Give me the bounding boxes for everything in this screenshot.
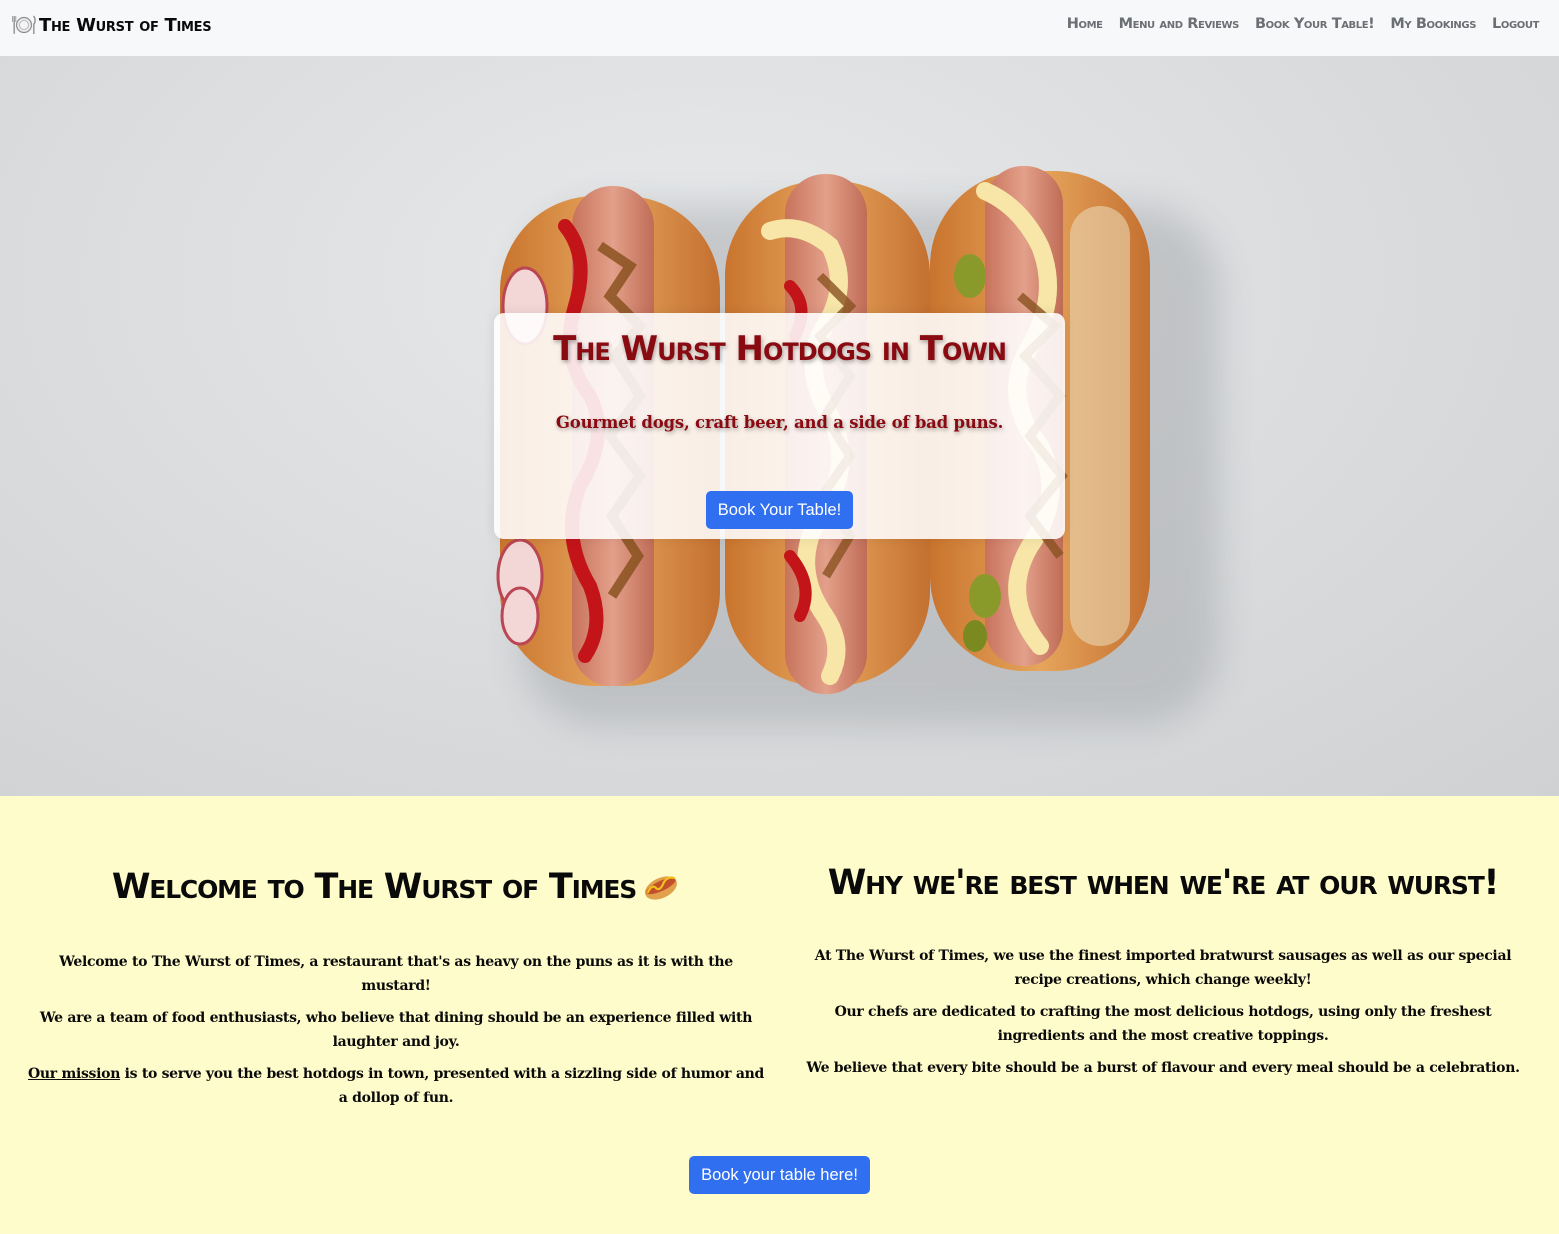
hero-section: The Wurst Hotdogs in Town Gourmet dogs, … [0,56,1559,796]
why-column: Why we're best when we're at our wurst! … [790,858,1536,1088]
welcome-heading-text: Welcome to The Wurst of Times [111,867,637,907]
why-paragraph-1: At The Wurst of Times, we use the finest… [814,948,1512,988]
welcome-heading: Welcome to The Wurst of Times [28,862,764,916]
hero-title: The Wurst Hotdogs in Town [553,329,1007,369]
why-paragraph-2: Our chefs are dedicated to crafting the … [834,1004,1492,1044]
welcome-paragraph-1: Welcome to The Wurst of Times, a restaur… [59,954,733,994]
hero-card: The Wurst Hotdogs in Town Gourmet dogs, … [494,313,1065,539]
mission-text: is to serve you the best hotdogs in town… [120,1066,765,1106]
our-mission-link[interactable]: Our mission [28,1066,120,1082]
nav-home[interactable]: Home [1067,16,1103,32]
navbar: The Wurst of Times Home Menu and Reviews… [0,0,1559,56]
why-paragraph-3: We believe that every bite should be a b… [806,1060,1520,1076]
brand-link[interactable]: The Wurst of Times [11,13,212,37]
brand-name: The Wurst of Times [39,14,212,36]
welcome-paragraph-3: Our mission is to serve you the best hot… [28,1062,764,1110]
nav-logout[interactable]: Logout [1492,16,1539,32]
about-section: Welcome to The Wurst of Times Welcome to… [0,796,1559,1234]
plate-cutlery-icon [11,13,37,37]
book-table-here-button[interactable]: Book your table here! [689,1156,870,1194]
nav-links: Home Menu and Reviews Book Your Table! M… [1067,16,1540,32]
nav-menu-reviews[interactable]: Menu and Reviews [1119,16,1240,32]
welcome-paragraph-2: We are a team of food enthusiasts, who b… [39,1010,753,1050]
nav-my-bookings[interactable]: My Bookings [1390,16,1476,32]
hotdog-icon [642,866,680,916]
welcome-column: Welcome to The Wurst of Times Welcome to… [28,862,764,1118]
nav-book-table[interactable]: Book Your Table! [1255,16,1375,32]
hero-book-table-button[interactable]: Book Your Table! [706,491,853,529]
hero-subtitle: Gourmet dogs, craft beer, and a side of … [555,413,1004,432]
why-heading: Why we're best when we're at our wurst! [827,863,1500,903]
